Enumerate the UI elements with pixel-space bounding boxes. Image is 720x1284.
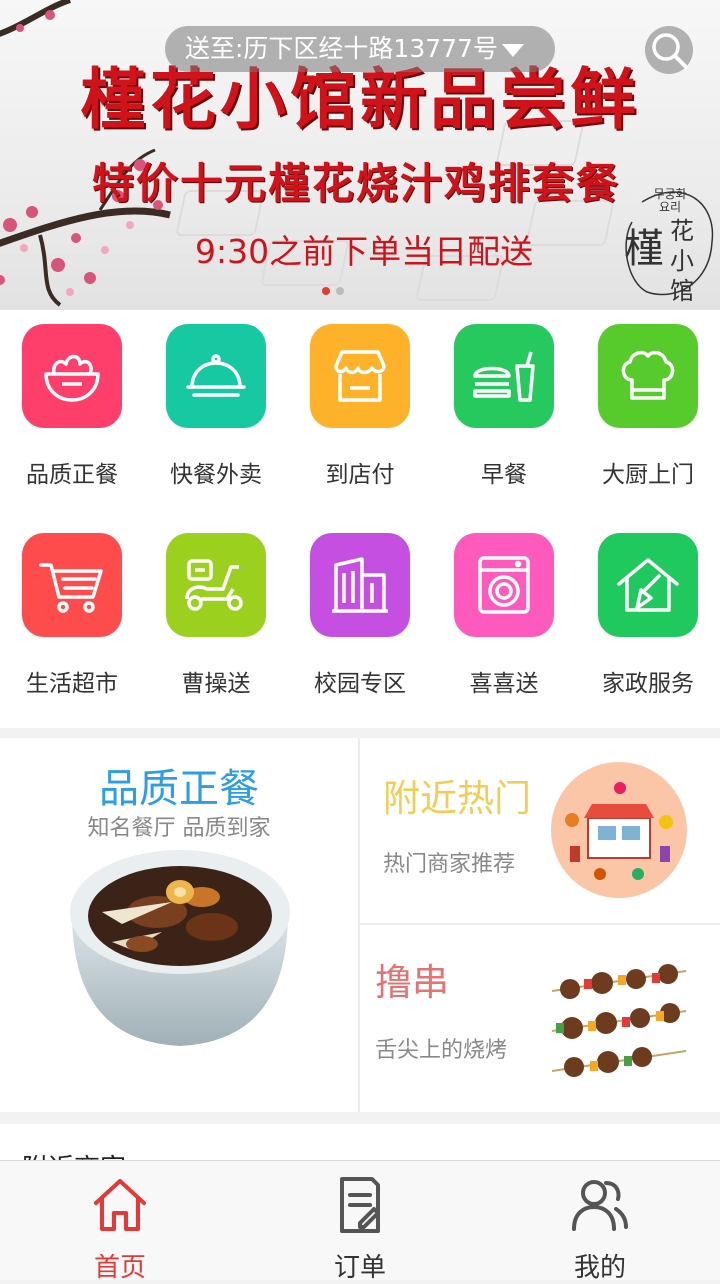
category-label: 早餐	[481, 462, 527, 488]
nearby-hot-title: 附近热门	[383, 777, 531, 820]
tab-mine[interactable]: 我的	[480, 1161, 720, 1283]
quality-meal-card[interactable]: 品质正餐 知名餐厅 品质到家	[0, 738, 358, 1112]
salad-bowl-icon	[22, 324, 122, 428]
tab-label: 我的	[573, 1253, 626, 1283]
category-label: 到店付	[325, 462, 395, 488]
delivery-address-selector[interactable]: 送至:历下区经十路13777号	[165, 26, 555, 72]
washer-icon	[454, 533, 554, 637]
pagination-dot	[336, 287, 344, 295]
nearby-hot-card[interactable]: 附近热门 热门商家推荐	[360, 738, 720, 923]
building-icon	[310, 533, 410, 637]
tab-label: 首页	[93, 1253, 146, 1283]
search-icon	[652, 33, 688, 69]
category-label: 大厨上门	[602, 462, 694, 488]
restaurant-logo: 무궁화 요리 槿 花小馆	[622, 182, 718, 305]
burger-drink-icon	[454, 324, 554, 428]
nearby-hot-subtitle: 热门商家推荐	[383, 852, 516, 877]
skewer-title: 撸串	[375, 961, 449, 1004]
promo-section: 品质正餐 知名餐厅 品质到家 附近热门 热门商家推荐 撸串 舌尖上的烧烤	[0, 738, 720, 1112]
delivery-address-text: 送至:历下区经十路13777号	[185, 34, 498, 63]
search-button[interactable]	[645, 26, 693, 74]
quality-meal-subtitle: 知名餐厅 品质到家	[87, 816, 271, 841]
pagination-dot-active	[322, 287, 330, 295]
nearby-merchants-section: 附近商家	[0, 1124, 720, 1164]
category-label: 喜喜送	[469, 671, 539, 697]
order-icon	[340, 1177, 380, 1233]
stew-pot-image	[70, 850, 290, 1046]
skewer-subtitle: 舌尖上的烧烤	[375, 1038, 508, 1063]
category-label: 校园专区	[314, 671, 406, 697]
category-pay-in-store[interactable]: 到店付	[288, 324, 432, 489]
quality-meal-title: 品质正餐	[99, 766, 259, 812]
category-label: 家政服务	[602, 671, 694, 697]
tab-orders[interactable]: 订单	[240, 1161, 480, 1283]
food-shop-illustration	[551, 762, 687, 898]
cloche-icon	[166, 324, 266, 428]
logo-korean-text: 무궁화 요리	[653, 187, 687, 214]
category-chef-visit[interactable]: 大厨上门	[576, 324, 720, 489]
tab-home[interactable]: 首页	[0, 1161, 240, 1283]
caret-down-icon	[501, 43, 524, 57]
category-fast-food[interactable]: 快餐外卖	[144, 324, 288, 489]
category-housekeeping[interactable]: 家政服务	[576, 533, 720, 698]
bottom-tab-bar: 首页 订单 我的	[0, 1160, 720, 1283]
chef-hat-icon	[598, 324, 698, 428]
tab-label: 订单	[333, 1253, 386, 1283]
shop-icon	[310, 324, 410, 428]
category-label: 生活超市	[26, 671, 118, 697]
user-icon	[572, 1180, 628, 1231]
category-cao-delivery[interactable]: 曹操送	[144, 533, 288, 698]
category-breakfast[interactable]: 早餐	[432, 324, 576, 489]
category-label: 曹操送	[181, 671, 251, 697]
skewer-card[interactable]: 撸串 舌尖上的烧烤	[360, 925, 720, 1112]
category-label: 品质正餐	[26, 462, 118, 488]
category-supermarket[interactable]: 生活超市	[0, 533, 144, 698]
banner-pagination	[322, 280, 350, 299]
house-broom-icon	[598, 533, 698, 637]
home-icon	[94, 1179, 146, 1231]
logo-big-char: 槿	[624, 226, 664, 272]
category-xixi-delivery[interactable]: 喜喜送	[432, 533, 576, 698]
category-quality-meal[interactable]: 品质正餐	[0, 324, 144, 489]
banner-time-note: 9:30之前下单当日配送	[195, 232, 534, 271]
scooter-icon	[166, 533, 266, 637]
category-grid: 品质正餐 快餐外卖 到店付 早餐 大厨上门 生活超市 曹操送 校园专区 喜喜送 …	[0, 310, 720, 728]
bbq-skewers-image	[552, 961, 686, 1085]
logo-small-text: 花小馆	[670, 217, 694, 305]
category-campus[interactable]: 校园专区	[288, 533, 432, 698]
category-label: 快餐外卖	[170, 462, 262, 488]
cart-icon	[22, 533, 122, 637]
banner-subtitle: 特价十元槿花烧汁鸡排套餐	[92, 159, 621, 208]
